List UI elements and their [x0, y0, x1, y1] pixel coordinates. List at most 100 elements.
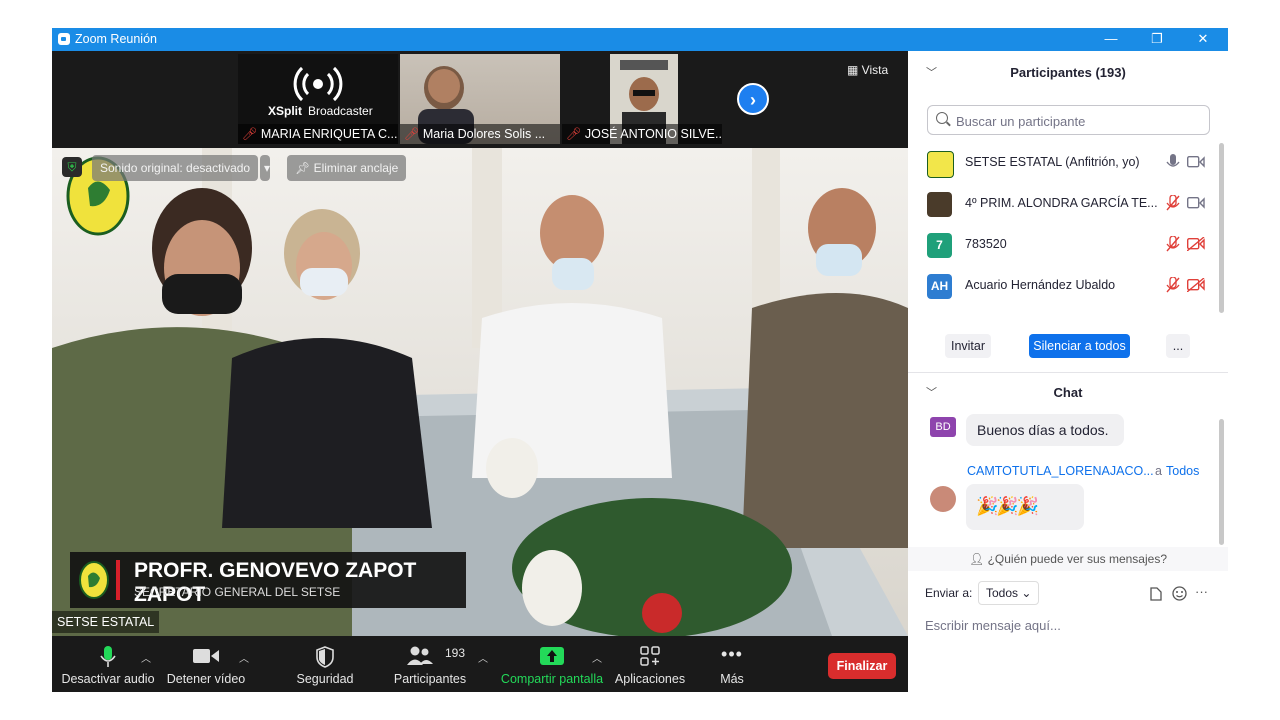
- minimize-button[interactable]: —: [1088, 28, 1134, 51]
- avatar: [930, 486, 956, 512]
- participant-row[interactable]: 7 783520: [908, 225, 1218, 266]
- chat-scrollbar[interactable]: [1219, 419, 1224, 545]
- user-lock-icon: 👤︎: [968, 552, 988, 566]
- send-to-label: Enviar a:: [925, 586, 973, 600]
- participants-button[interactable]: 193 Participantes: [392, 636, 468, 692]
- who-can-see-link[interactable]: 👤︎ ¿Quién puede ver sus mensajes?: [908, 547, 1228, 571]
- chat-header: ﹀ Chat: [908, 373, 1228, 413]
- video-camera-icon: [193, 649, 219, 663]
- file-icon[interactable]: [1150, 587, 1162, 601]
- zoom-app-icon: [58, 33, 70, 45]
- video-options-caret[interactable]: ︿: [239, 650, 249, 665]
- window-title: Zoom Reunión: [75, 32, 157, 46]
- video-thumbnail[interactable]: 🎤︎ JOSÉ ANTONIO SILVE...: [562, 54, 722, 144]
- search-icon: [936, 112, 948, 124]
- accent-bar: [116, 560, 120, 600]
- chat-messages: BD Buenos días a todos. CAMTOTUTLA_LOREN…: [908, 414, 1228, 544]
- title-bar: Zoom Reunión — ❐ ✕: [52, 28, 1228, 51]
- mute-all-button[interactable]: Silenciar a todos: [1029, 334, 1130, 358]
- participants-scrollbar[interactable]: [1219, 143, 1224, 313]
- speaker-name: PROFR. GENOVEVO ZAPOT ZAPOT: [134, 559, 417, 606]
- security-shield-icon: ⛨: [62, 157, 82, 177]
- video-thumbnail[interactable]: XSplit Broadcaster 🎤︎ MARIA ENRIQUETA C..…: [238, 54, 398, 144]
- more-dots-icon: •••: [721, 644, 743, 664]
- recipient-dropdown[interactable]: Todos ⌄: [978, 581, 1040, 605]
- participant-search[interactable]: [927, 105, 1210, 135]
- participant-row[interactable]: [908, 307, 1218, 311]
- video-off-icon[interactable]: [1187, 237, 1205, 251]
- original-sound-toggle[interactable]: Sonido original: desactivado: [92, 155, 259, 181]
- participants-options-caret[interactable]: ︿: [478, 650, 488, 665]
- audio-options-caret[interactable]: ︿: [141, 650, 151, 665]
- grid-icon: ▦: [847, 63, 862, 77]
- chat-bubble: Buenos días a todos.: [966, 414, 1124, 446]
- chat-sender[interactable]: CAMTOTUTLA_LORENAJACO...: [967, 464, 1154, 478]
- chevron-down-icon[interactable]: ▾: [260, 155, 270, 181]
- participants-count: 193: [445, 646, 466, 660]
- participant-search-input[interactable]: [954, 109, 1208, 133]
- chat-message-input[interactable]: [925, 614, 1215, 636]
- video-camera-icon[interactable]: [1187, 155, 1205, 169]
- more-button[interactable]: ••• Más: [708, 636, 756, 692]
- microphone-icon: [100, 646, 116, 667]
- chat-message-text: Buenos días a todos.: [977, 422, 1109, 438]
- collapse-chevron-icon[interactable]: ﹀: [926, 53, 937, 93]
- participants-header: ﹀ Participantes (193): [908, 53, 1228, 93]
- more-options-button[interactable]: ...: [1166, 334, 1190, 358]
- share-options-caret[interactable]: ︿: [592, 650, 602, 665]
- meeting-toolbar: Desactivar audio ︿ Detener vídeo ︿ Segur…: [52, 636, 908, 692]
- chat-recipient[interactable]: Todos: [1166, 464, 1199, 478]
- thumbnail-name: 🎤︎ MARIA ENRIQUETA C...: [238, 124, 398, 144]
- security-button[interactable]: Seguridad: [288, 636, 362, 692]
- avatar: AH: [927, 274, 952, 299]
- chevron-down-icon: ⌄: [1021, 586, 1032, 600]
- stop-video-button[interactable]: Detener vídeo: [164, 636, 248, 692]
- xsplit-logo-text: XSplit: [268, 104, 303, 118]
- side-panel: ﹀ Participantes (193) SETSE ESTATAL (Anf…: [908, 51, 1228, 692]
- chat-more-icon[interactable]: ···: [1195, 584, 1208, 599]
- apps-icon: [640, 646, 660, 666]
- video-thumbnail[interactable]: 🎤︎ Maria Dolores Solis ...: [400, 54, 560, 144]
- thumbnail-name: 🎤︎ JOSÉ ANTONIO SILVE...: [562, 124, 722, 144]
- mic-muted-icon[interactable]: [1166, 236, 1180, 252]
- mic-muted-icon[interactable]: [1166, 277, 1180, 293]
- mic-muted-icon: 🎤︎: [242, 127, 258, 141]
- invite-button[interactable]: Invitar: [945, 334, 991, 358]
- avatar: [927, 192, 952, 217]
- chat-bubble: 🎉🎉🎉: [966, 484, 1084, 530]
- participant-row[interactable]: SETSE ESTATAL (Anfitrión, yo): [908, 143, 1218, 184]
- mic-muted-icon[interactable]: [1166, 195, 1180, 211]
- video-off-icon[interactable]: [1187, 278, 1205, 292]
- video-camera-icon[interactable]: [1187, 196, 1205, 210]
- share-screen-icon: [540, 647, 564, 665]
- mic-muted-icon: 🎤︎: [404, 127, 420, 141]
- thumbnail-name: 🎤︎ Maria Dolores Solis ...: [400, 124, 560, 144]
- restore-button[interactable]: ❐: [1134, 28, 1180, 51]
- collapse-chevron-icon[interactable]: ﹀: [926, 373, 937, 413]
- speaker-lower-third: PROFR. GENOVEVO ZAPOT ZAPOT SECRETARIO G…: [70, 552, 466, 608]
- avatar: 7: [927, 233, 952, 258]
- apps-button[interactable]: Aplicaciones: [612, 636, 688, 692]
- video-area: XSplit Broadcaster 🎤︎ MARIA ENRIQUETA C..…: [52, 51, 908, 636]
- chat-message-text: 🎉🎉🎉: [976, 496, 1039, 516]
- broadcaster-logo-text: Broadcaster: [308, 104, 373, 118]
- microphone-icon[interactable]: [1166, 154, 1180, 170]
- share-screen-button[interactable]: Compartir pantalla: [500, 636, 604, 692]
- main-speaker-video: ⛨ Sonido original: desactivado ▾ 📌︎ Elim…: [52, 148, 908, 636]
- avatar: [927, 151, 954, 178]
- shield-icon: [316, 646, 334, 668]
- participant-row[interactable]: AH Acuario Hernández Ubaldo: [908, 266, 1218, 307]
- close-window-button[interactable]: ✕: [1180, 28, 1226, 51]
- next-page-button[interactable]: ›: [737, 83, 769, 115]
- pin-icon: 📌︎: [295, 161, 314, 175]
- avatar: BD: [930, 417, 956, 437]
- setse-logo: [79, 561, 109, 599]
- gallery-strip: XSplit Broadcaster 🎤︎ MARIA ENRIQUETA C..…: [52, 51, 908, 148]
- end-meeting-button[interactable]: Finalizar: [828, 653, 896, 679]
- view-button[interactable]: ▦ Vista: [847, 63, 888, 77]
- emoji-icon[interactable]: [1172, 586, 1187, 601]
- unpin-button[interactable]: 📌︎ Eliminar anclaje: [287, 155, 407, 181]
- participants-list: SETSE ESTATAL (Anfitrión, yo) 4º PRIM. A…: [908, 143, 1228, 311]
- active-speaker-label: SETSE ESTATAL: [52, 611, 160, 633]
- participant-row[interactable]: 4º PRIM. ALONDRA GARCÍA TE...: [908, 184, 1218, 225]
